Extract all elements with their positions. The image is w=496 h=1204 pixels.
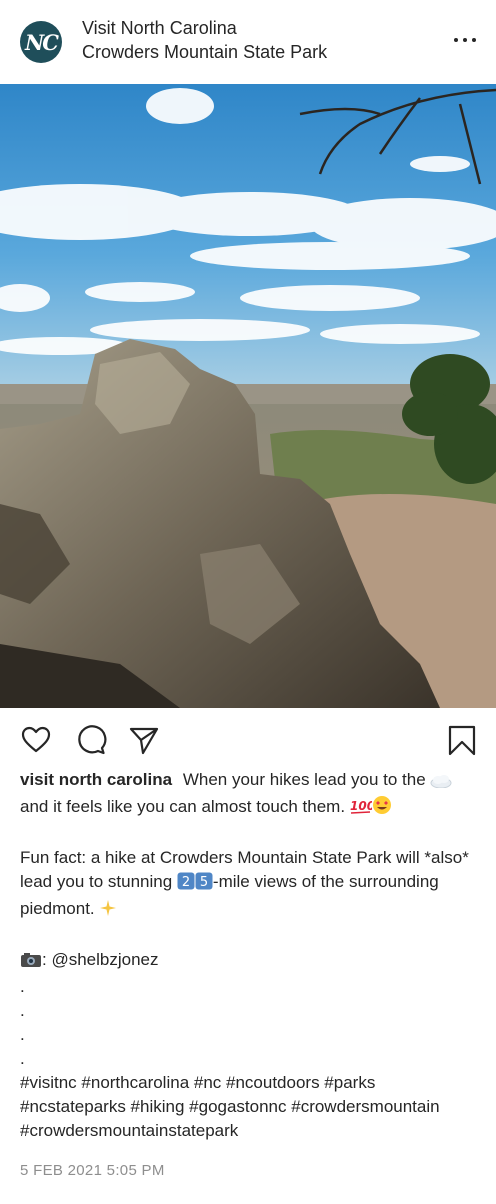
account-name[interactable]: Visit North Carolina (82, 17, 237, 39)
comment-icon[interactable] (75, 724, 107, 756)
caption-line-1b: and it feels like you can almost touch t… (20, 797, 346, 816)
caption-credit-text[interactable]: : @shelbzjonez (42, 950, 159, 969)
keycap-five-icon: 5 (195, 872, 213, 897)
heart-eyes-emoji-icon (372, 795, 392, 822)
camera-emoji-icon (20, 951, 42, 975)
heart-icon[interactable] (20, 724, 52, 756)
landscape-photo (0, 84, 496, 708)
sparkles-emoji-icon (99, 899, 117, 924)
send-icon[interactable] (128, 724, 160, 756)
caption-hashtags[interactable]: #visitnc #northcarolina #nc #ncoutdoors … (20, 1071, 480, 1143)
caption-dot: . (20, 1001, 25, 1020)
svg-text:5: 5 (200, 875, 208, 890)
account-avatar[interactable]: NC (20, 21, 62, 63)
more-options-icon[interactable] (452, 30, 478, 50)
caption-paragraph-2: Fun fact: a hike at Crowders Mountain St… (20, 846, 480, 924)
action-bar (0, 708, 496, 768)
caption-paragraph-1: visit north carolina When your hikes lea… (20, 768, 480, 822)
caption-line-1: When your hikes lead you to the (182, 770, 426, 789)
caption-dot: . (20, 1049, 25, 1068)
caption-dot: . (20, 1025, 25, 1044)
post-header: NC Visit North Carolina Crowders Mountai… (0, 0, 496, 84)
keycap-two-icon: 2 (177, 872, 195, 897)
svg-text:100: 100 (350, 799, 372, 813)
post-caption: visit north carolina When your hikes lea… (20, 768, 480, 1143)
caption-dot: . (20, 977, 25, 996)
post-timestamp[interactable]: 5 FEB 2021 5:05 PM (20, 1162, 165, 1179)
location-link[interactable]: Crowders Mountain State Park (82, 41, 327, 63)
cloud-emoji-icon (430, 771, 452, 795)
caption-credit: : @shelbzjonez (20, 948, 480, 975)
bookmark-icon[interactable] (446, 724, 478, 756)
caption-username[interactable]: visit north carolina (20, 770, 172, 789)
post-photo[interactable] (0, 84, 496, 708)
svg-text:2: 2 (182, 875, 190, 890)
hundred-points-emoji-icon: 100 (350, 797, 375, 822)
